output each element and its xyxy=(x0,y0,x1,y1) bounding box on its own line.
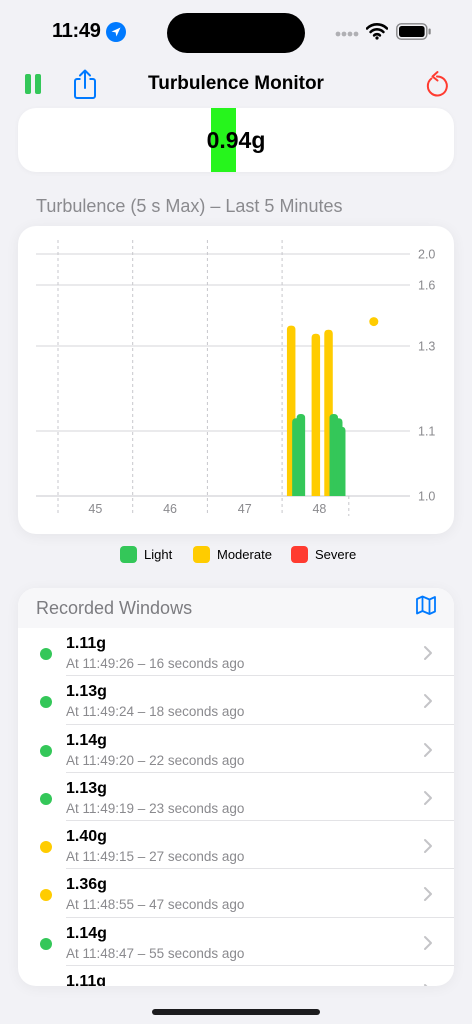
row-value: 1.36g xyxy=(66,876,107,894)
level-dot xyxy=(40,744,52,757)
level-dot xyxy=(40,937,52,950)
x-tick-label: 48 xyxy=(312,502,326,516)
recorded-window-row[interactable]: 1.11g xyxy=(18,966,454,986)
row-value: 1.13g xyxy=(66,779,107,797)
location-arrow-icon xyxy=(106,22,126,42)
chevron-right-icon xyxy=(424,935,432,950)
level-dot xyxy=(40,648,52,660)
chevron-right-icon xyxy=(424,646,432,660)
chevron-right-icon xyxy=(424,887,432,902)
level-dot xyxy=(40,889,52,902)
row-time: At 11:48:55 – 47 seconds ago xyxy=(66,897,245,913)
battery-icon xyxy=(396,23,431,40)
chevron-right-icon xyxy=(424,790,432,805)
map-icon[interactable] xyxy=(415,594,437,616)
row-time: At 11:49:19 – 23 seconds ago xyxy=(66,800,245,816)
row-time: At 11:49:24 – 18 seconds ago xyxy=(66,704,245,720)
legend-label-severe: Severe xyxy=(315,546,357,562)
chart-legend: Light Moderate Severe xyxy=(0,544,472,564)
row-value: 1.11g xyxy=(66,973,107,986)
recorded-window-row[interactable]: 1.11g At 11:49:26 – 16 seconds ago xyxy=(18,628,454,677)
recorded-window-row[interactable]: 1.14g At 11:48:47 – 55 seconds ago xyxy=(18,918,454,967)
y-tick-label: 1.3 xyxy=(418,340,435,354)
legend-item-moderate: Moderate xyxy=(193,544,272,564)
home-indicator xyxy=(152,1009,320,1015)
row-time: At 11:49:26 – 16 seconds ago xyxy=(66,656,245,671)
status-time: 11:49 xyxy=(52,20,101,42)
recorded-windows-list: 1.11g At 11:49:26 – 16 seconds ago 1.13g At… xyxy=(18,628,454,986)
level-dot xyxy=(40,841,52,854)
recorded-window-row[interactable]: 1.36g At 11:48:55 – 47 seconds ago xyxy=(18,869,454,918)
legend-item-light: Light xyxy=(120,544,172,564)
current-reading-card: 0.94g xyxy=(18,108,454,172)
legend-swatch-light xyxy=(120,545,137,563)
row-time: At 11:48:47 – 55 seconds ago xyxy=(66,945,245,961)
nav-title: Turbulence Monitor xyxy=(148,73,324,94)
chevron-right-icon xyxy=(424,694,432,709)
x-tick-label: 45 xyxy=(88,502,102,516)
row-time: At 11:49:20 – 22 seconds ago xyxy=(66,752,245,768)
legend-label-light: Light xyxy=(144,546,173,562)
dynamic-island xyxy=(167,13,305,53)
nav-bar: Turbulence Monitor xyxy=(0,62,472,106)
y-tick-label: 1.1 xyxy=(418,425,435,439)
y-tick-label: 1.6 xyxy=(418,279,435,293)
chevron-right-icon xyxy=(424,742,432,757)
chart-point-moderate xyxy=(369,317,379,327)
legend-item-severe: Severe xyxy=(291,544,356,564)
reset-button[interactable] xyxy=(424,70,450,98)
chevron-right-icon xyxy=(424,839,432,854)
chart-bar-light xyxy=(296,414,306,496)
row-value: 1.11g xyxy=(66,635,107,652)
turbulence-chart-card: 45 46 47 48 1.0 1.1 1.3 1.6 2.0 xyxy=(18,226,454,534)
chevron-right-icon xyxy=(424,984,428,986)
x-tick-label: 46 xyxy=(163,502,177,516)
row-time: At 11:49:15 – 27 seconds ago xyxy=(66,849,245,865)
level-dot xyxy=(40,696,52,709)
chart-bar-light xyxy=(336,426,346,496)
recorded-window-row[interactable]: 1.13g At 11:49:24 – 18 seconds ago xyxy=(18,676,454,725)
wifi-icon xyxy=(366,23,388,40)
cellular-signal-icon xyxy=(335,31,359,37)
chart-heading: Turbulence (5 s Max) – Last 5 Minutes xyxy=(36,196,343,216)
row-value: 1.40g xyxy=(66,828,107,846)
legend-label-moderate: Moderate xyxy=(217,546,272,562)
legend-swatch-severe xyxy=(291,545,308,563)
recorded-window-row[interactable]: 1.13g At 11:49:19 – 23 seconds ago xyxy=(18,773,454,822)
recorded-window-row[interactable]: 1.14g At 11:49:20 – 22 seconds ago xyxy=(18,725,454,773)
level-dot xyxy=(40,792,52,805)
chart-bar-moderate xyxy=(311,333,321,496)
recorded-window-row[interactable]: 1.40g At 11:49:15 – 27 seconds ago xyxy=(18,821,454,870)
y-tick-label: 2.0 xyxy=(418,248,435,262)
status-bar: 11:49 xyxy=(0,0,472,62)
row-value: 1.14g xyxy=(66,924,107,942)
recorded-windows-header: Recorded Windows xyxy=(18,588,454,628)
row-value: 1.13g xyxy=(66,683,107,701)
recorded-windows-title: Recorded Windows xyxy=(36,598,193,618)
turbulence-chart: 45 46 47 48 1.0 1.1 1.3 1.6 2.0 xyxy=(36,240,435,516)
recorded-windows-card: Recorded Windows 1.11g At 11:49:26 – 16 s… xyxy=(18,588,454,986)
row-value: 1.14g xyxy=(66,731,107,749)
y-tick-label: 1.0 xyxy=(418,490,435,504)
legend-swatch-moderate xyxy=(193,545,210,563)
x-tick-label: 47 xyxy=(238,502,252,516)
current-reading-value: 0.94g xyxy=(206,127,266,153)
